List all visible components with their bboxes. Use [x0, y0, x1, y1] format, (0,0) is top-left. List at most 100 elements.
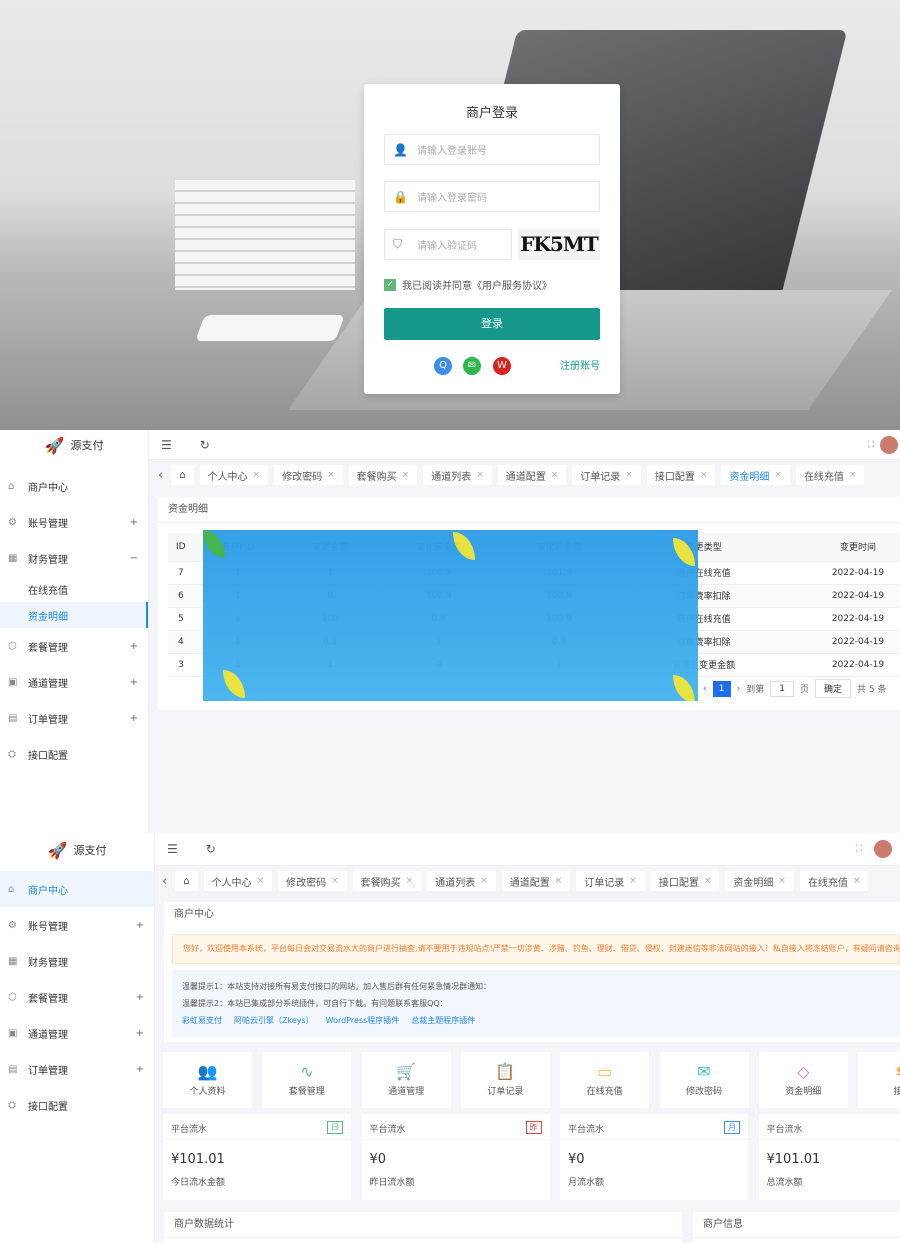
home-tab[interactable]: ⌂: [171, 465, 194, 485]
tab-item[interactable]: 通道配置 ×: [497, 465, 567, 485]
tab-item[interactable]: 在线充值 ×: [795, 465, 865, 485]
tab-scroll-left-icon[interactable]: ‹: [162, 874, 167, 889]
tab-item[interactable]: 通道列表 ×: [423, 465, 492, 485]
tab-item[interactable]: 资金明细 ×: [721, 465, 790, 485]
close-icon[interactable]: ×: [476, 470, 484, 480]
expand-icon[interactable]: +: [130, 713, 138, 724]
close-icon[interactable]: ×: [480, 876, 488, 886]
tab-item[interactable]: 个人中心 ×: [203, 871, 273, 891]
sidebar-item[interactable]: ▤ 订单管理 +: [0, 1051, 154, 1087]
shortcut-pulse[interactable]: ∿ 套餐管理: [262, 1052, 352, 1108]
menu-toggle-icon[interactable]: ☰: [167, 842, 178, 856]
tab-item[interactable]: 修改密码 ×: [274, 465, 343, 485]
sidebar-item[interactable]: ⌂ 商户中心: [0, 871, 154, 907]
tab-item[interactable]: 套餐购买 ×: [348, 465, 418, 485]
shortcut-users[interactable]: 👥 个人资料: [163, 1052, 252, 1108]
plugin-link[interactable]: WordPress程序插件: [326, 1016, 400, 1025]
sidebar-item[interactable]: ▣ 通道管理 +: [0, 1015, 154, 1051]
agree-checkbox[interactable]: ✓ 我已阅读并同意《用户服务协议》: [384, 277, 552, 292]
qq-icon[interactable]: Q: [434, 357, 452, 375]
close-icon[interactable]: ×: [257, 876, 265, 886]
sidebar-item[interactable]: ⬡ 套餐管理 +: [0, 628, 148, 664]
weibo-icon[interactable]: W: [493, 357, 511, 375]
expand-icon[interactable]: +: [136, 1064, 144, 1075]
avatar[interactable]: [880, 435, 898, 454]
login-button[interactable]: 登录: [384, 308, 600, 340]
fullscreen-icon[interactable]: ⛶: [856, 844, 862, 854]
expand-icon[interactable]: +: [136, 992, 144, 1003]
home-tab[interactable]: ⌂: [175, 871, 198, 891]
shortcut-cart[interactable]: 🛒 通道管理: [361, 1052, 451, 1108]
tab-item[interactable]: 个人中心 ×: [199, 465, 269, 485]
shortcut-mail[interactable]: ✉ 修改密码: [659, 1052, 749, 1108]
column-header[interactable]: ID: [168, 533, 194, 562]
page-1[interactable]: 1: [712, 680, 731, 697]
plugin-link[interactable]: 阿帕云引擎（Zkeys）: [234, 1016, 314, 1025]
shortcut-clipboard[interactable]: 📋 订单记录: [460, 1052, 550, 1108]
shortcut-card[interactable]: ▭ 在线充值: [560, 1052, 650, 1108]
refresh-icon[interactable]: ↻: [200, 438, 210, 452]
sidebar-item[interactable]: ⛭ 接口配置: [0, 736, 148, 772]
tab-item[interactable]: 修改密码 ×: [278, 871, 347, 891]
close-icon[interactable]: ×: [253, 470, 261, 480]
sidebar-item[interactable]: ⛭ 接口配置: [0, 1087, 154, 1123]
close-icon[interactable]: ×: [402, 470, 410, 480]
tab-item[interactable]: 资金明细 ×: [725, 871, 794, 891]
sidebar-item[interactable]: 资金明细: [0, 602, 148, 628]
close-icon[interactable]: ×: [551, 470, 559, 480]
sidebar-item[interactable]: ⬡ 套餐管理 +: [0, 979, 154, 1015]
expand-icon[interactable]: +: [136, 1028, 144, 1039]
close-icon[interactable]: ×: [406, 876, 414, 886]
sidebar-item[interactable]: ⚙ 账号管理 +: [0, 907, 154, 943]
shortcut-api[interactable]: ⇆ 接口: [858, 1052, 900, 1108]
close-icon[interactable]: ×: [625, 470, 633, 480]
tab-item[interactable]: 接口配置 ×: [646, 465, 716, 485]
sidebar-item[interactable]: ▦ 财务管理 −: [0, 540, 148, 576]
close-icon[interactable]: ×: [700, 470, 708, 480]
register-link[interactable]: 注册账号: [560, 357, 600, 372]
close-icon[interactable]: ×: [331, 876, 339, 886]
refresh-icon[interactable]: ↻: [206, 842, 216, 856]
wechat-icon[interactable]: ✉: [463, 357, 481, 375]
tab-item[interactable]: 订单记录 ×: [576, 871, 645, 891]
tab-item[interactable]: 订单记录 ×: [572, 465, 641, 485]
sidebar-item[interactable]: 在线充值: [0, 576, 148, 602]
expand-icon[interactable]: +: [130, 677, 138, 688]
plugin-link[interactable]: 彩虹易支付: [182, 1016, 222, 1025]
next-page-icon[interactable]: ›: [737, 684, 741, 694]
tab-item[interactable]: 通道配置 ×: [501, 871, 571, 891]
shortcut-tag[interactable]: ◇ 资金明细: [758, 1052, 848, 1108]
close-icon[interactable]: ×: [853, 876, 861, 886]
sidebar-item[interactable]: ▤ 订单管理 +: [0, 700, 148, 736]
captcha-input[interactable]: ⛉ 请输入验证码: [384, 229, 512, 260]
close-icon[interactable]: ×: [629, 876, 637, 886]
menu-toggle-icon[interactable]: ☰: [161, 438, 172, 452]
brand-logo[interactable]: 🚀 源支付: [0, 833, 154, 867]
password-input[interactable]: 🔒 请输入登录密码: [384, 181, 600, 212]
sidebar-item[interactable]: ▣ 通道管理 +: [0, 664, 148, 700]
captcha-image[interactable]: FK5MT: [518, 229, 600, 260]
page-input[interactable]: 1: [770, 680, 794, 697]
sidebar-item[interactable]: ⌂ 商户中心: [0, 468, 148, 504]
tab-item[interactable]: 套餐购买 ×: [352, 871, 422, 891]
account-input[interactable]: 👤 请输入登录账号: [384, 134, 600, 165]
confirm-button[interactable]: 确定: [814, 679, 851, 698]
avatar[interactable]: [874, 840, 892, 858]
prev-page-icon[interactable]: ‹: [703, 684, 707, 694]
expand-icon[interactable]: +: [136, 920, 144, 931]
brand-logo[interactable]: 🚀 源支付: [0, 430, 148, 460]
sidebar-item[interactable]: ▦ 财务管理: [0, 943, 154, 979]
close-icon[interactable]: ×: [555, 876, 563, 886]
close-icon[interactable]: ×: [849, 470, 857, 480]
tab-item[interactable]: 通道列表 ×: [427, 871, 496, 891]
close-icon[interactable]: ×: [778, 876, 786, 886]
close-icon[interactable]: ×: [704, 876, 712, 886]
column-header[interactable]: 变更时间: [787, 533, 900, 562]
tab-item[interactable]: 接口配置 ×: [650, 871, 720, 891]
plugin-link[interactable]: 总裁主题程序插件: [411, 1016, 475, 1025]
tab-scroll-left-icon[interactable]: ‹: [158, 468, 163, 483]
sidebar-item[interactable]: ⚙ 账号管理 +: [0, 504, 148, 540]
close-icon[interactable]: ×: [774, 470, 782, 480]
expand-icon[interactable]: +: [130, 517, 138, 528]
tab-item[interactable]: 在线充值 ×: [799, 871, 869, 891]
